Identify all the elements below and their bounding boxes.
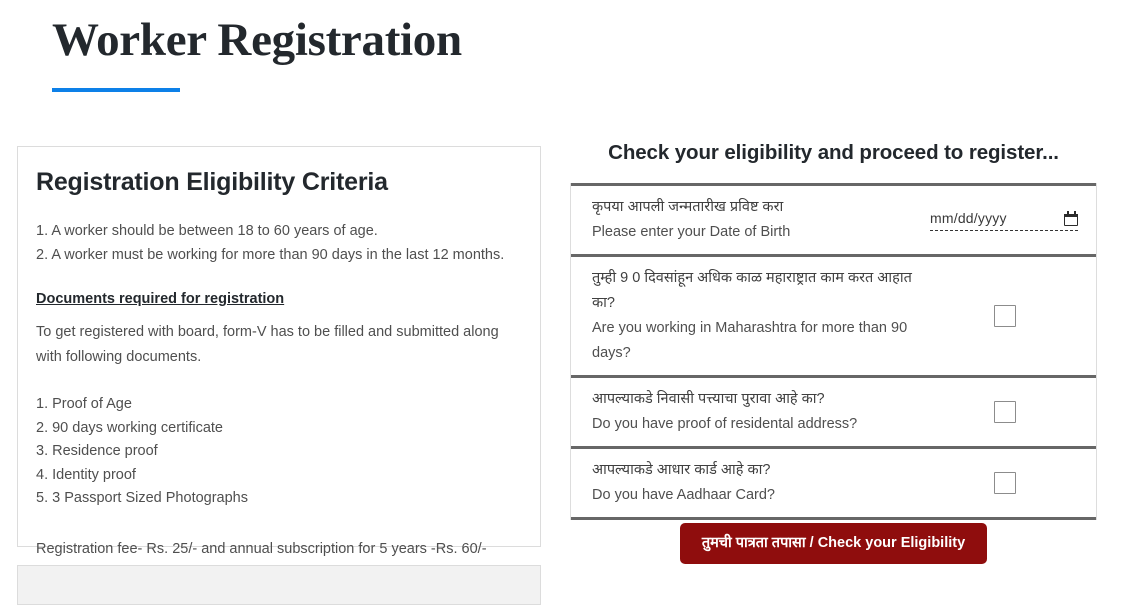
criteria-item: 2. A worker must be working for more tha… <box>36 247 505 263</box>
table-row: आपल्याकडे निवासी पत्त्याचा पुरावा आहे का… <box>571 374 1096 446</box>
eligibility-table: कृपया आपली जन्मतारीख प्रविष्ट करा Please… <box>570 182 1097 520</box>
documents-heading-wrap: Documents required for registration <box>36 267 522 310</box>
question-english: Are you working in Maharashtra for more … <box>592 319 908 361</box>
title-accent-rule <box>52 87 180 92</box>
residential-address-proof-checkbox[interactable] <box>993 400 1016 423</box>
eligibility-criteria-card: Registration Eligibility Criteria 1. A w… <box>17 146 541 557</box>
list-item: 4. Identity proof <box>36 466 136 483</box>
criteria-item: 1. A worker should be between 18 to 60 y… <box>36 223 378 239</box>
card-heading: Registration Eligibility Criteria <box>36 168 388 196</box>
page-title: Worker Registration <box>52 14 462 66</box>
question-marathi: कृपया आपली जन्मतारीख प्रविष्ट करा <box>592 198 784 215</box>
documents-intro-text: To get registered with board, form-V has… <box>36 324 499 365</box>
table-row: आपल्याकडे आधार कार्ड आहे का? Do you have… <box>571 445 1096 520</box>
page-header: Worker Registration <box>52 14 752 92</box>
question-cell: तुम्ही 9 0 दिवसांहून अधिक काळ महाराष्ट्र… <box>571 266 931 366</box>
list-item: 1. Proof of Age <box>36 396 132 412</box>
check-eligibility-button[interactable]: तुमची पात्रता तपासा / Check your Eligibi… <box>679 523 988 565</box>
question-cell: आपल्याकडे आधार कार्ड आहे का? Do you have… <box>571 458 931 508</box>
question-english: Do you have proof of residental address? <box>592 415 858 432</box>
question-english: Do you have Aadhaar Card? <box>592 486 775 503</box>
control-cell <box>931 304 1096 327</box>
secondary-card-partial <box>17 565 541 605</box>
question-marathi: आपल्याकडे आधार कार्ड आहे का? <box>592 461 771 478</box>
registration-fee-note: Registration fee- Rs. 25/- and annual su… <box>36 540 487 557</box>
control-cell <box>931 471 1096 494</box>
date-placeholder-text: mm/dd/yyyy <box>930 209 1007 226</box>
question-cell: कृपया आपली जन्मतारीख प्रविष्ट करा Please… <box>571 195 930 245</box>
panel-heading: Check your eligibility and proceed to re… <box>608 141 1059 164</box>
question-marathi: आपल्याकडे निवासी पत्त्याचा पुरावा आहे का… <box>592 390 825 407</box>
documents-required-heading: Documents required for registration <box>36 291 285 307</box>
aadhaar-card-checkbox[interactable] <box>993 471 1016 494</box>
question-english: Please enter your Date of Birth <box>592 223 791 240</box>
list-item: 5. 3 Passport Sized Photographs <box>36 490 248 506</box>
list-item: 3. Residence proof <box>36 443 158 459</box>
table-row: कृपया आपली जन्मतारीख प्रविष्ट करा Please… <box>571 182 1096 254</box>
eligibility-check-panel: Check your eligibility and proceed to re… <box>570 140 1097 520</box>
question-marathi: तुम्ही 9 0 दिवसांहून अधिक काळ महाराष्ट्र… <box>592 269 912 311</box>
question-cell: आपल्याकडे निवासी पत्त्याचा पुरावा आहे का… <box>571 387 931 437</box>
list-item: 2. 90 days working certificate <box>36 419 223 436</box>
documents-list: 1. Proof of Age 2. 90 days working certi… <box>36 393 522 511</box>
control-cell: mm/dd/yyyy <box>930 209 1096 231</box>
table-row: तुम्ही 9 0 दिवसांहून अधिक काळ महाराष्ट्र… <box>571 253 1096 375</box>
working-90-days-checkbox[interactable] <box>993 304 1016 327</box>
submit-button-wrap: तुमची पात्रता तपासा / Check your Eligibi… <box>570 523 1097 565</box>
control-cell <box>931 400 1096 423</box>
date-of-birth-input[interactable]: mm/dd/yyyy <box>930 209 1078 231</box>
calendar-icon[interactable] <box>1064 210 1078 226</box>
